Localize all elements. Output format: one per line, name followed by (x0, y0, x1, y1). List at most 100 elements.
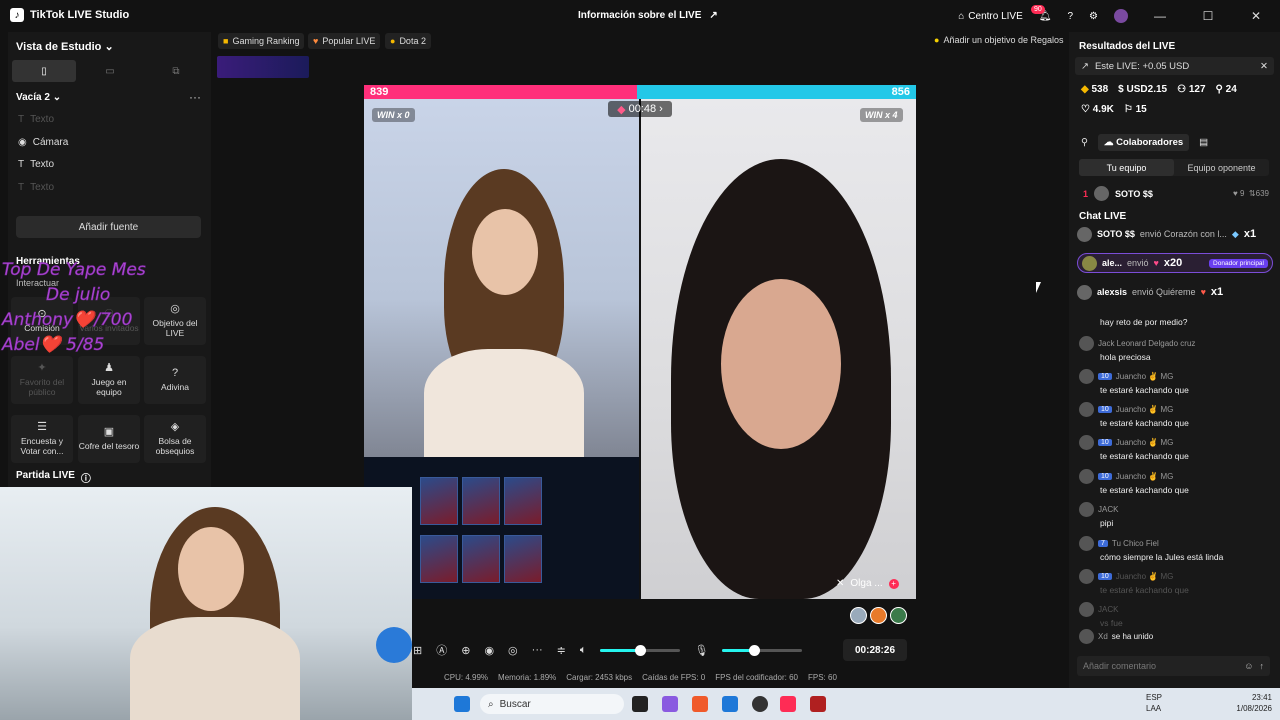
metric-value: 538 (1091, 84, 1109, 95)
more-icon[interactable]: ··· (532, 644, 543, 656)
avatar (1079, 629, 1094, 644)
avatar (1079, 536, 1094, 551)
studio-view-dropdown[interactable]: Vista de Estudio ⌄ (16, 40, 114, 53)
list-icon[interactable]: ▤ (1199, 137, 1208, 148)
more-icon[interactable]: ··· (189, 90, 201, 104)
partida-live[interactable]: Partida LIVE ⓘ (16, 470, 91, 485)
close-icon[interactable]: ✕ (1260, 61, 1268, 72)
dota-pill[interactable]: ● Dota 2 (385, 33, 431, 49)
share-icon: ⚐ (1123, 104, 1133, 115)
gaming-ranking-pill[interactable]: ■ Gaming Ranking (218, 33, 305, 49)
centro-live-button[interactable]: ⌂ Centro LIVE (950, 0, 1031, 32)
event-banner[interactable] (217, 56, 309, 78)
volume-knob[interactable] (635, 644, 647, 656)
collaborators-tab[interactable]: ☁ Colaboradores (1097, 134, 1190, 151)
source-item[interactable]: T Texto (18, 182, 54, 193)
capture-icon[interactable]: ◎ (508, 644, 518, 657)
store-icon[interactable] (722, 696, 738, 712)
add-gift-goal-button[interactable]: ● Añadir un objetivo de Regalos (934, 35, 1064, 45)
scene-icon[interactable]: ⊞ (413, 644, 422, 657)
metric-value: 4.9K (1092, 104, 1114, 115)
tool-live-goal[interactable]: ◎ Objetivo del LIVE (144, 297, 206, 345)
add-icon[interactable]: ⊕ (461, 644, 470, 657)
memory-stat: Memoria: 1.89% (498, 673, 557, 682)
record-icon[interactable]: ◉ (484, 644, 494, 657)
avatar (870, 607, 887, 624)
message-text: te estaré kachando que (1100, 385, 1189, 395)
chat-message: 10 Juancho ✌ MG te estaré kachando que (1079, 369, 1275, 395)
scene-selector[interactable]: Vacía 2 ⌄ (16, 92, 61, 103)
tab-opponent-team[interactable]: Equipo oponente (1174, 159, 1269, 176)
microphone-icon[interactable]: 🎙︎ (694, 644, 708, 657)
battle-timer[interactable]: ◆ 00:48 › (608, 101, 672, 117)
user-icon[interactable]: ⚲ (1081, 137, 1088, 148)
live-info-button[interactable]: Información sobre el LIVE ↗ (578, 10, 718, 21)
tiktok-icon[interactable] (780, 696, 796, 712)
mic-slider[interactable] (722, 644, 803, 656)
search-icon: ⌕ (488, 698, 494, 710)
tab-my-team[interactable]: Tu equipo (1079, 159, 1174, 176)
source-label: Cámara (32, 137, 69, 148)
tool-treasure[interactable]: ▣ Cofre del tesoro (78, 415, 140, 463)
system-clock[interactable]: 23:41 1/08/2026 (1236, 692, 1272, 714)
popular-live-pill[interactable]: ♥ Popular LIVE (308, 33, 381, 49)
close-window-button[interactable]: ✕ (1232, 9, 1280, 23)
metric-value: 127 (1188, 84, 1206, 95)
landscape-layout-button[interactable]: ▭ (78, 60, 142, 82)
multi-layout-button[interactable]: ⧉ (144, 60, 208, 82)
fps-stat: FPS: 60 (807, 673, 837, 682)
maximize-button[interactable]: ☐ (1184, 9, 1232, 23)
help-button[interactable]: ? (1059, 0, 1081, 32)
mic-knob[interactable] (749, 644, 761, 656)
search-label: Buscar (499, 698, 531, 710)
volume-slider[interactable] (600, 644, 681, 656)
settings-button[interactable]: ⚙ (1081, 0, 1106, 32)
game-icon: ● (390, 36, 396, 46)
game-card (504, 477, 542, 525)
comment-input[interactable]: Añadir comentario ☺ ↑ (1077, 656, 1270, 676)
ai-icon[interactable]: Ⓐ (436, 642, 447, 658)
profile-avatar[interactable] (1106, 0, 1136, 32)
tool-poll[interactable]: ☰ Encuesta y Votar con... (11, 415, 73, 463)
tool-label: Cofre del tesoro (78, 440, 140, 451)
windows-start-icon[interactable] (454, 696, 470, 712)
gift-user: alexsis (1097, 287, 1128, 297)
avatar (1079, 502, 1094, 517)
source-item[interactable]: T Texto (18, 114, 54, 125)
dota-icon[interactable] (810, 696, 826, 712)
obs-icon[interactable] (752, 696, 768, 712)
speaker-icon[interactable]: 🔈︎ (580, 644, 587, 657)
input-language[interactable]: ESP LAA (1146, 692, 1162, 714)
chat-message: 10 Juancho ✌ MG te estaré kachando que (1079, 435, 1275, 461)
emoji-icon[interactable]: ☺ (1244, 661, 1253, 671)
rank-number: 1 (1083, 188, 1089, 199)
viewer-avatars[interactable] (850, 607, 907, 624)
diamonds-metric: ◆ 538 (1081, 84, 1108, 95)
source-item[interactable]: ◉ Cámara (18, 137, 68, 148)
metric-value: 24 (1225, 84, 1237, 95)
add-source-button[interactable]: Añadir fuente (16, 216, 201, 238)
team-rank-row[interactable]: 1 SOTO $$ ♥ 9 ⇅639 (1083, 186, 1269, 201)
brave-icon[interactable] (692, 696, 708, 712)
chat-message: 10 Juancho ✌ MG te estaré kachando que (1079, 569, 1275, 595)
tool-guess[interactable]: ? Adivina (144, 356, 206, 404)
game-card (462, 535, 500, 583)
minimize-button[interactable]: — (1136, 9, 1184, 23)
taskbar-search[interactable]: ⌕ Buscar (480, 694, 624, 714)
tool-team-game[interactable]: ♟ Juego en equipo (78, 356, 140, 404)
taskview-icon[interactable] (632, 696, 648, 712)
tool-favorite[interactable]: ✦ Favorito del público (11, 356, 73, 404)
message-user: JACK (1098, 505, 1119, 514)
joined-text: se ha unido (1111, 632, 1154, 641)
portrait-layout-button[interactable]: ▯ (12, 60, 76, 82)
gift-icon: ◆ (1231, 228, 1239, 239)
message-text: hola preciosa (1100, 352, 1151, 362)
send-icon[interactable]: ↑ (1260, 661, 1265, 671)
tool-gift-bag[interactable]: ◈ Bolsa de obsequios (144, 415, 206, 463)
guest-label[interactable]: ✕ Olga ... + (836, 578, 899, 589)
avatar (890, 607, 907, 624)
filters-icon[interactable]: ≑ (557, 644, 566, 657)
copilot-icon[interactable] (662, 696, 678, 712)
message-user: JACK (1098, 605, 1119, 614)
source-item[interactable]: T Texto (18, 159, 54, 170)
